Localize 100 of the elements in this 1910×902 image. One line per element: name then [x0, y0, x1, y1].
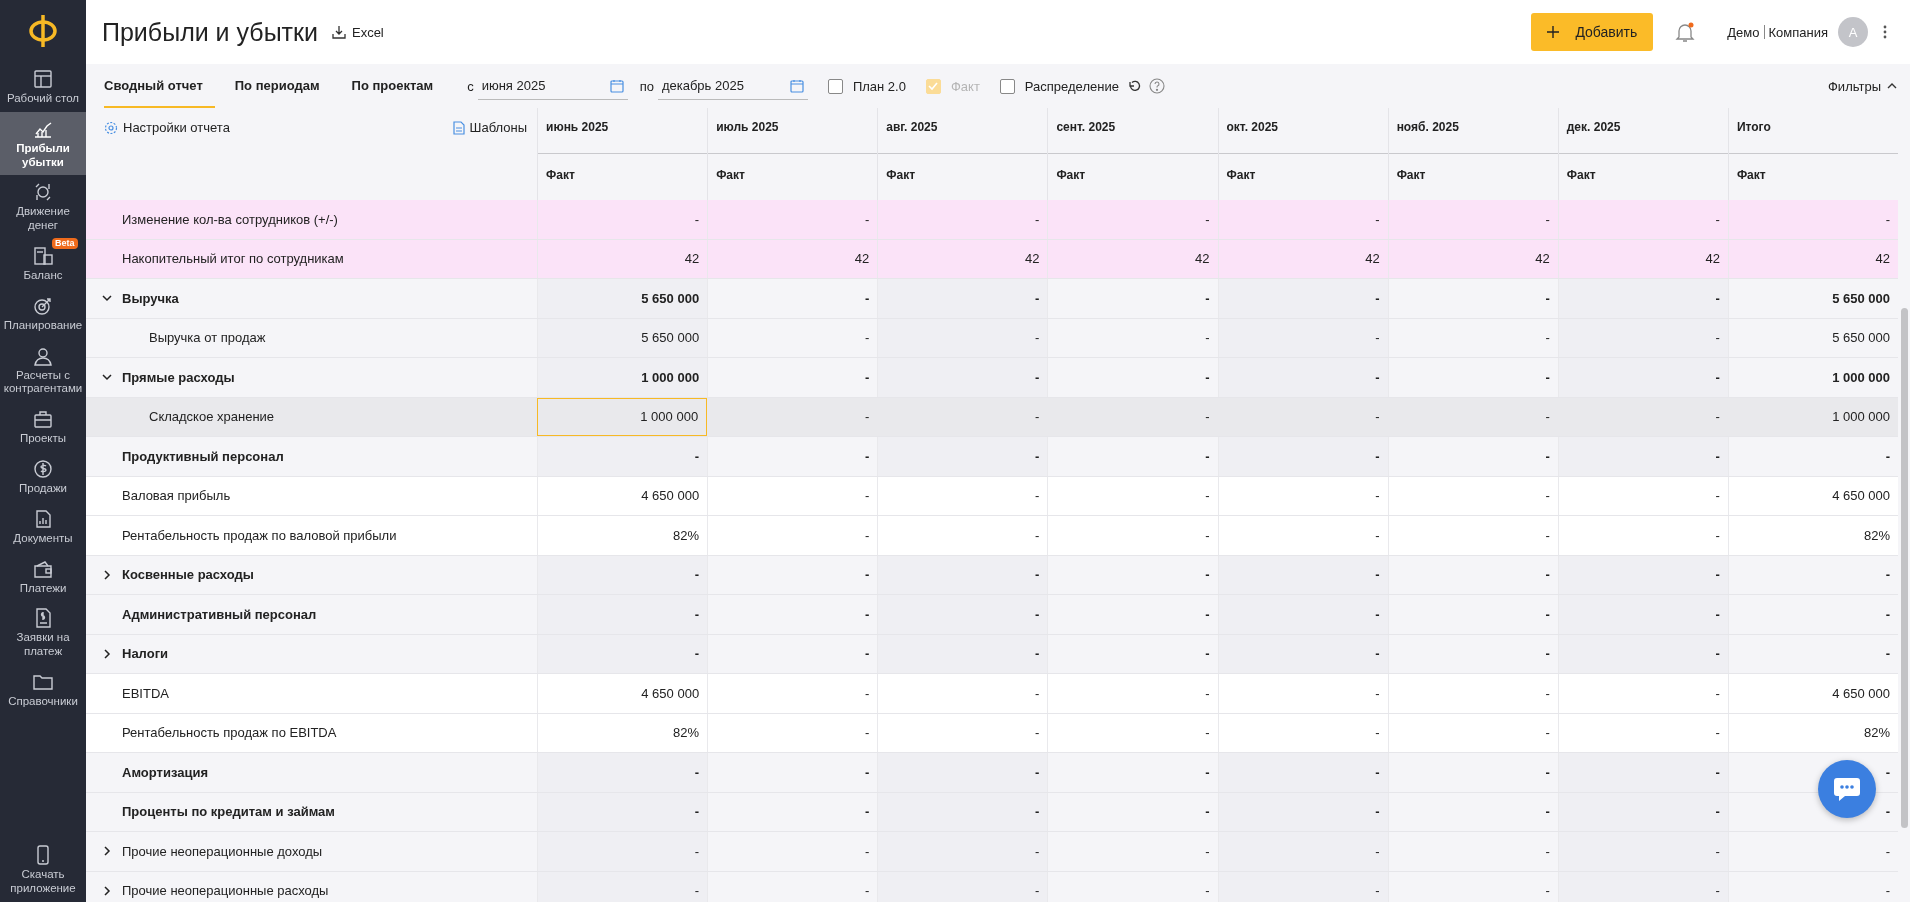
table-cell: - — [1545, 646, 1550, 662]
sidebar-item[interactable]: Заявки на платеж — [0, 601, 86, 665]
document-icon — [452, 120, 465, 135]
chevron-icon[interactable] — [101, 845, 113, 858]
chevron-icon[interactable] — [101, 647, 113, 660]
sidebar-item[interactable]: Справочники — [0, 664, 86, 715]
to-label: по — [639, 78, 654, 94]
checkbox[interactable] — [999, 78, 1015, 94]
checkbox[interactable] — [827, 78, 843, 94]
table-cell: 4 650 000 — [1832, 488, 1890, 504]
column-header: окт. 2025 — [1218, 108, 1388, 154]
help-icon[interactable] — [1148, 78, 1165, 94]
table-cell: 5 650 000 — [641, 330, 700, 346]
table-cell: 42 — [684, 251, 700, 267]
checkbox-label: Распределение — [1024, 78, 1119, 94]
templates-link[interactable]: Шаблоны — [452, 120, 527, 135]
sidebar-item[interactable]: Документы — [0, 501, 86, 552]
scrollbar-thumb[interactable] — [1901, 308, 1908, 828]
sidebar-item[interactable]: Beta Баланс — [0, 239, 86, 289]
sidebar-item[interactable]: Движение денег — [0, 175, 86, 239]
table-cell: - — [1035, 211, 1040, 227]
table-cell: - — [694, 606, 700, 622]
sidebar-item[interactable]: Рабочий стол — [0, 62, 86, 112]
add-button[interactable]: Добавить — [1531, 13, 1654, 51]
table-cell: - — [864, 685, 870, 701]
column-header: дек. 2025 — [1558, 108, 1728, 154]
table-cell: - — [1375, 685, 1380, 701]
table-cell: 1 000 000 — [1832, 409, 1890, 425]
user-name[interactable]: Демо — [1727, 24, 1760, 40]
table-cell: - — [1205, 211, 1210, 227]
table-cell: - — [1715, 211, 1720, 227]
report-settings-link[interactable]: Настройки отчета — [104, 120, 230, 135]
sidebar-item[interactable]: Расчеты с контрагентами — [0, 338, 86, 403]
table-cell: - — [694, 804, 700, 820]
download-icon — [331, 25, 346, 39]
table-cell: - — [864, 843, 870, 859]
table-cell: - — [694, 646, 700, 662]
table-cell: 4 650 000 — [641, 685, 700, 701]
table-cell: - — [1715, 369, 1720, 385]
table-cell: - — [1035, 369, 1040, 385]
table-cell: - — [1545, 843, 1550, 859]
sidebar-item[interactable]: Платежи — [0, 551, 86, 602]
reset-icon[interactable] — [1126, 79, 1141, 93]
table-cell: - — [864, 409, 870, 425]
table-cell: 82% — [673, 725, 700, 741]
sidebar-item[interactable]: Продажи — [0, 451, 86, 502]
table-cell: - — [1885, 211, 1890, 227]
column-subheader: Факт — [545, 167, 576, 184]
table-cell: - — [694, 883, 700, 899]
sidebar-item[interactable]: Проекты — [0, 402, 86, 452]
table-cell: - — [1545, 369, 1550, 385]
column-header: сент. 2025 — [1048, 108, 1218, 154]
table-cell: - — [864, 369, 870, 385]
table-cell: - — [1885, 843, 1890, 859]
chevron-icon[interactable] — [101, 884, 113, 897]
table-cell: - — [694, 843, 700, 859]
table-cell: - — [1035, 764, 1040, 780]
table-cell: 5 650 000 — [641, 290, 700, 306]
more-icon[interactable] — [1882, 24, 1888, 40]
report-tab[interactable]: По проектам — [351, 64, 446, 108]
dollar-icon — [32, 457, 54, 480]
table-cell: - — [864, 448, 870, 464]
table-cell: 82% — [673, 527, 700, 543]
sidebar-item[interactable]: Планирование — [0, 288, 86, 339]
company-name[interactable]: Компания — [1768, 24, 1828, 40]
column-header: нояб. 2025 — [1388, 108, 1558, 154]
column-header: авг. 2025 — [878, 108, 1048, 154]
table-cell: - — [1205, 290, 1210, 306]
settings-icon — [104, 120, 118, 135]
table-cell: - — [694, 764, 700, 780]
table-cell: - — [1375, 409, 1380, 425]
excel-export-button[interactable]: Excel — [331, 24, 384, 40]
calculator-icon — [32, 245, 54, 267]
table-cell: - — [864, 290, 870, 306]
table-cell: - — [1035, 685, 1040, 701]
row-label: EBITDA — [122, 685, 169, 701]
table-cell: - — [1715, 804, 1720, 820]
date-to-field[interactable]: декабрь 2025 — [657, 72, 808, 100]
chevron-icon[interactable] — [101, 568, 113, 581]
table-cell: - — [1375, 488, 1380, 504]
download-app-link[interactable]: Скачать приложение — [0, 838, 86, 902]
report-tab[interactable]: Сводный отчет — [104, 64, 215, 108]
table-cell: 1 000 000 — [1832, 369, 1890, 385]
row-label: Выручка — [122, 290, 179, 306]
column-subheader: Факт — [1565, 167, 1597, 184]
row-label: Накопительный итог по сотрудникам — [122, 251, 344, 267]
column-subheader: Факт — [715, 167, 746, 184]
table-cell: - — [1715, 567, 1720, 583]
plus-icon — [1547, 26, 1560, 38]
sidebar-item[interactable]: Прибыли убытки — [0, 111, 86, 176]
page-title: Прибыли и убытки — [102, 17, 318, 47]
row-label: Проценты по кредитам и займам — [122, 804, 335, 820]
table-cell: - — [1375, 290, 1380, 306]
table-cell: - — [1545, 330, 1550, 346]
date-from-field[interactable]: июня 2025 — [477, 72, 628, 100]
table-cell: 4 650 000 — [641, 488, 700, 504]
table-cell: - — [1885, 883, 1890, 899]
table-cell: - — [1375, 883, 1380, 899]
filters-toggle[interactable]: Фильтры — [1828, 78, 1898, 94]
report-tab[interactable]: По периодам — [234, 64, 332, 108]
